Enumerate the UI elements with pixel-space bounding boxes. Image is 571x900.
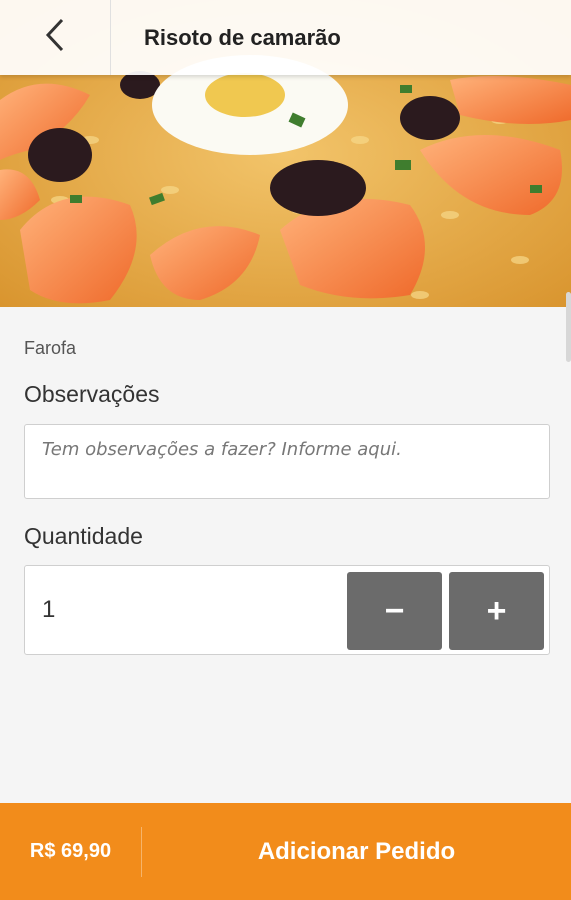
quantity-value[interactable]: 1 (42, 596, 55, 624)
decrease-quantity-button[interactable]: − (347, 572, 442, 650)
quantity-label: Quantidade (24, 523, 143, 549)
scrollbar[interactable] (566, 292, 571, 362)
order-footer: R$ 69,90 Adicionar Pedido (0, 803, 571, 900)
observations-label: Observações (24, 381, 160, 407)
add-order-button[interactable]: Adicionar Pedido (142, 838, 571, 866)
chevron-left-icon (45, 18, 65, 57)
increase-quantity-button[interactable]: + (449, 572, 544, 650)
back-button[interactable] (0, 0, 111, 75)
app-header: Risoto de camarão (0, 0, 571, 75)
page-title: Risoto de camarão (144, 24, 341, 50)
minus-icon: − (384, 591, 405, 630)
side-option-text: Farofa (24, 338, 77, 358)
quantity-stepper: 1 − + (24, 565, 550, 655)
price-label: R$ 69,90 (0, 826, 142, 877)
plus-icon: + (486, 591, 507, 630)
observations-input[interactable]: Tem observações a fazer? Informe aqui. (24, 424, 550, 499)
